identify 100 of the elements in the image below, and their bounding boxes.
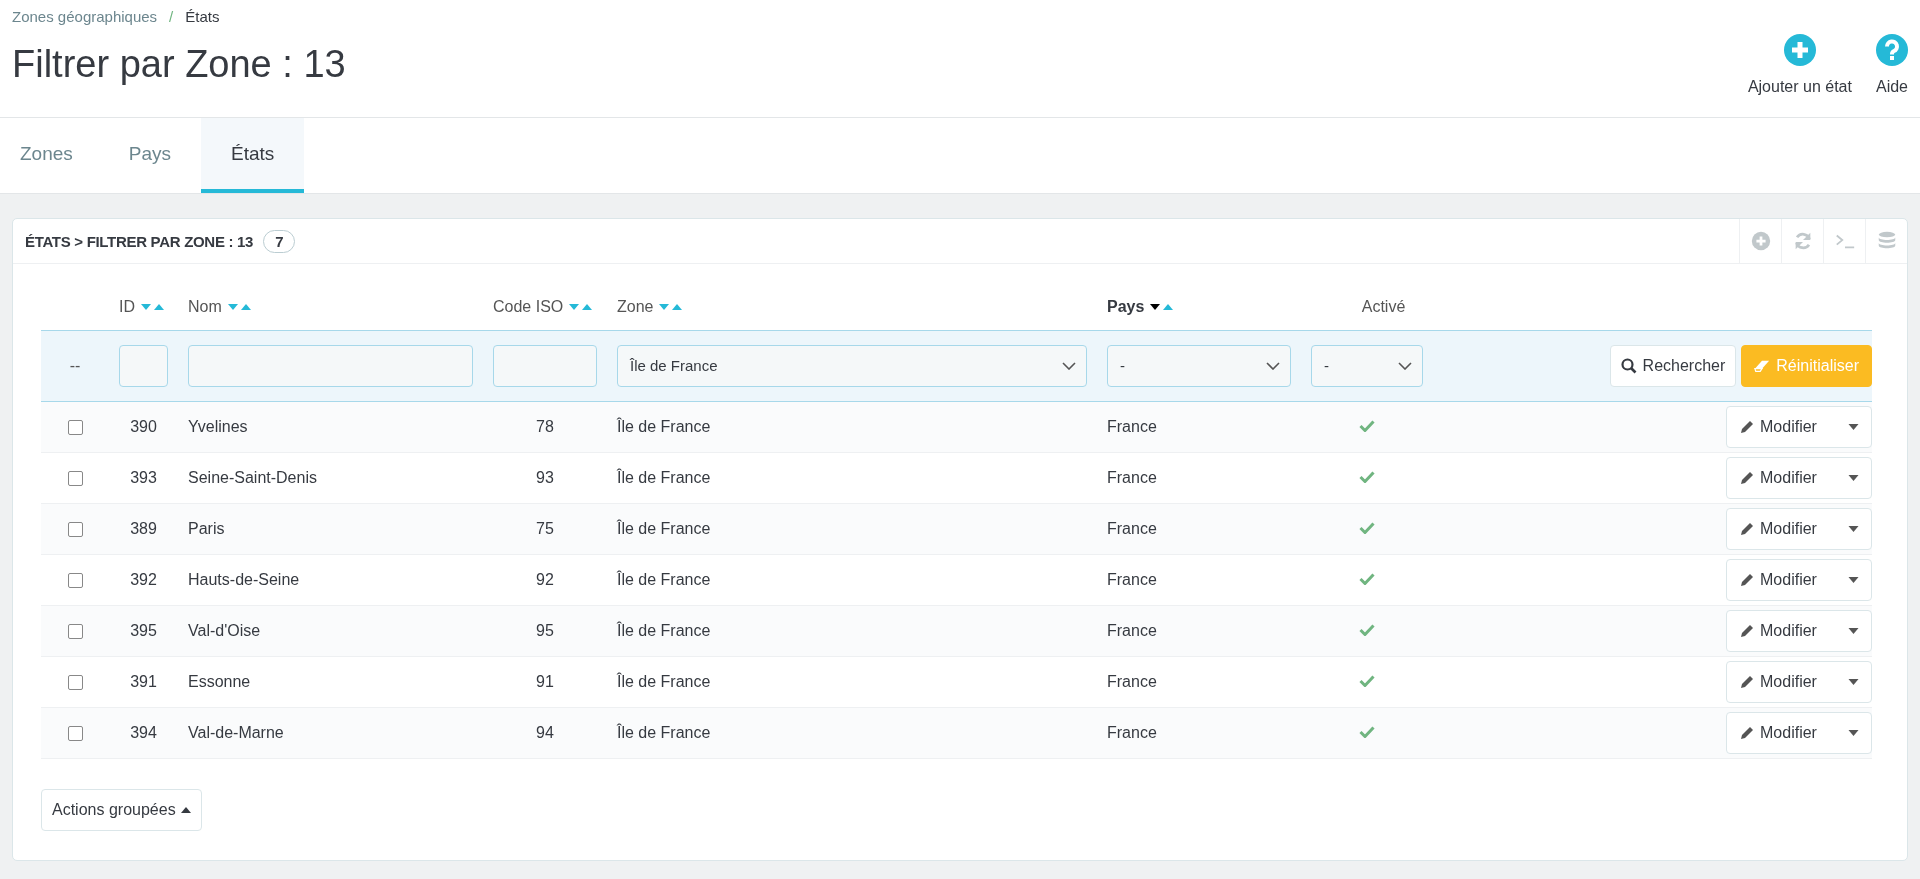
edit-button[interactable]: Modifier [1726,660,1872,703]
table-cell: 393 [130,468,157,486]
table-cell: Val-d'Oise [188,621,261,639]
filter-input-field[interactable] [493,344,597,387]
row-checkbox[interactable] [67,419,83,435]
chevron-down-icon [1062,361,1076,370]
sort-up-icon[interactable] [582,304,593,311]
plus-circle-icon [1783,34,1816,66]
table-cell: 93 [536,468,554,486]
table-cell: 94 [536,723,554,741]
column-header: ID [119,298,135,317]
pencil-icon [1739,622,1755,639]
table-cell: Île de France [617,519,711,537]
table-cell: Île de France [617,621,711,639]
table-cell: France [1107,468,1157,486]
filter-select[interactable]: Île de France [617,344,1087,387]
table-cell: 395 [130,621,157,639]
table-cell: 394 [130,723,157,741]
plus-circle-icon [1749,230,1772,252]
table-cell: 95 [536,621,554,639]
table-cell: 92 [536,570,554,588]
filter-select[interactable]: - [1311,344,1423,387]
edit-button[interactable]: Modifier [1726,507,1872,550]
caret-icon[interactable] [1848,525,1859,532]
table-cell: Île de France [617,723,711,741]
pencil-icon [1739,673,1755,690]
sort-down-icon[interactable] [1150,304,1161,311]
breadcrumb-current: États [185,8,220,25]
check-icon[interactable] [1359,674,1375,687]
help-icon [1876,34,1908,66]
check-icon[interactable] [1359,419,1375,432]
pencil-icon [1739,469,1755,486]
add-link[interactable]: Ajouter un état [1747,34,1852,117]
caret-icon[interactable] [1848,423,1859,430]
table-cell: Île de France [617,417,711,435]
edit-button[interactable]: Modifier [1726,558,1872,601]
tab[interactable]: Zones [0,118,99,193]
filter-input-field[interactable] [188,344,473,387]
page-title: Filtrer par Zone : 13 [12,43,346,86]
filter-select[interactable]: - [1107,344,1291,387]
table-cell: Essonne [188,672,251,690]
check-icon[interactable] [1359,521,1375,534]
table-cell: Île de France [617,468,711,486]
row-checkbox[interactable] [67,623,83,639]
caret-icon[interactable] [1848,627,1859,634]
bulk-actions-button[interactable]: Actions groupées [41,788,202,831]
breadcrumb-link[interactable]: Zones géographiques [12,8,158,25]
table-cell: Hauts-de-Seine [188,570,300,588]
table-cell: 78 [536,417,554,435]
table-cell: 392 [130,570,157,588]
table-cell: 390 [130,417,157,435]
edit-button[interactable]: Modifier [1726,456,1872,499]
caret-icon[interactable] [1848,474,1859,481]
row-checkbox[interactable] [67,674,83,690]
row-checkbox[interactable] [67,521,83,537]
check-icon[interactable] [1359,725,1375,738]
chevron-down-icon [1398,361,1412,370]
panel-title: ÉTATS > FILTRER PAR ZONE : 13 [25,232,254,250]
pencil-icon [1739,520,1755,537]
check-icon[interactable] [1359,572,1375,585]
tab[interactable]: États [201,118,305,193]
search-button[interactable]: Rechercher [1609,344,1737,387]
caret-icon[interactable] [1848,729,1859,736]
check-icon[interactable] [1359,623,1375,636]
row-checkbox[interactable] [67,470,83,486]
caret-icon [180,806,191,813]
table-cell: France [1107,570,1157,588]
table-cell: France [1107,519,1157,537]
column-header: Nom [188,298,222,317]
caret-icon[interactable] [1848,678,1859,685]
caret-icon[interactable] [1848,576,1859,583]
column-header: Activé [1361,298,1406,317]
chevron-down-icon [1266,361,1280,370]
filter-input-field[interactable] [119,344,168,387]
sort-up-icon[interactable] [240,304,251,311]
search-icon [1620,357,1637,374]
table-cell: France [1107,723,1157,741]
table-cell: Île de France [617,570,711,588]
table-cell: Val-de-Marne [188,723,284,741]
table-cell: 389 [130,519,157,537]
pencil-icon [1739,571,1755,588]
edit-button[interactable]: Modifier [1726,711,1872,754]
sort-up-icon[interactable] [672,304,683,311]
help-link[interactable]: Aide [1875,34,1908,117]
table-cell: 391 [130,672,157,690]
column-header: Code ISO [493,298,564,317]
row-checkbox[interactable] [67,572,83,588]
edit-button[interactable]: Modifier [1726,405,1872,448]
column-header: Pays [1107,298,1145,317]
table-cell: France [1107,417,1157,435]
edit-button[interactable]: Modifier [1726,609,1872,652]
sort-up-icon[interactable] [154,304,164,311]
table-cell: France [1107,621,1157,639]
table-cell: 91 [536,672,554,690]
pencil-icon [1739,724,1755,741]
tab[interactable]: Pays [98,118,202,193]
breadcrumb-separator: / [169,8,174,25]
check-icon[interactable] [1359,470,1375,483]
pencil-icon [1739,418,1755,435]
row-checkbox[interactable] [67,725,83,741]
